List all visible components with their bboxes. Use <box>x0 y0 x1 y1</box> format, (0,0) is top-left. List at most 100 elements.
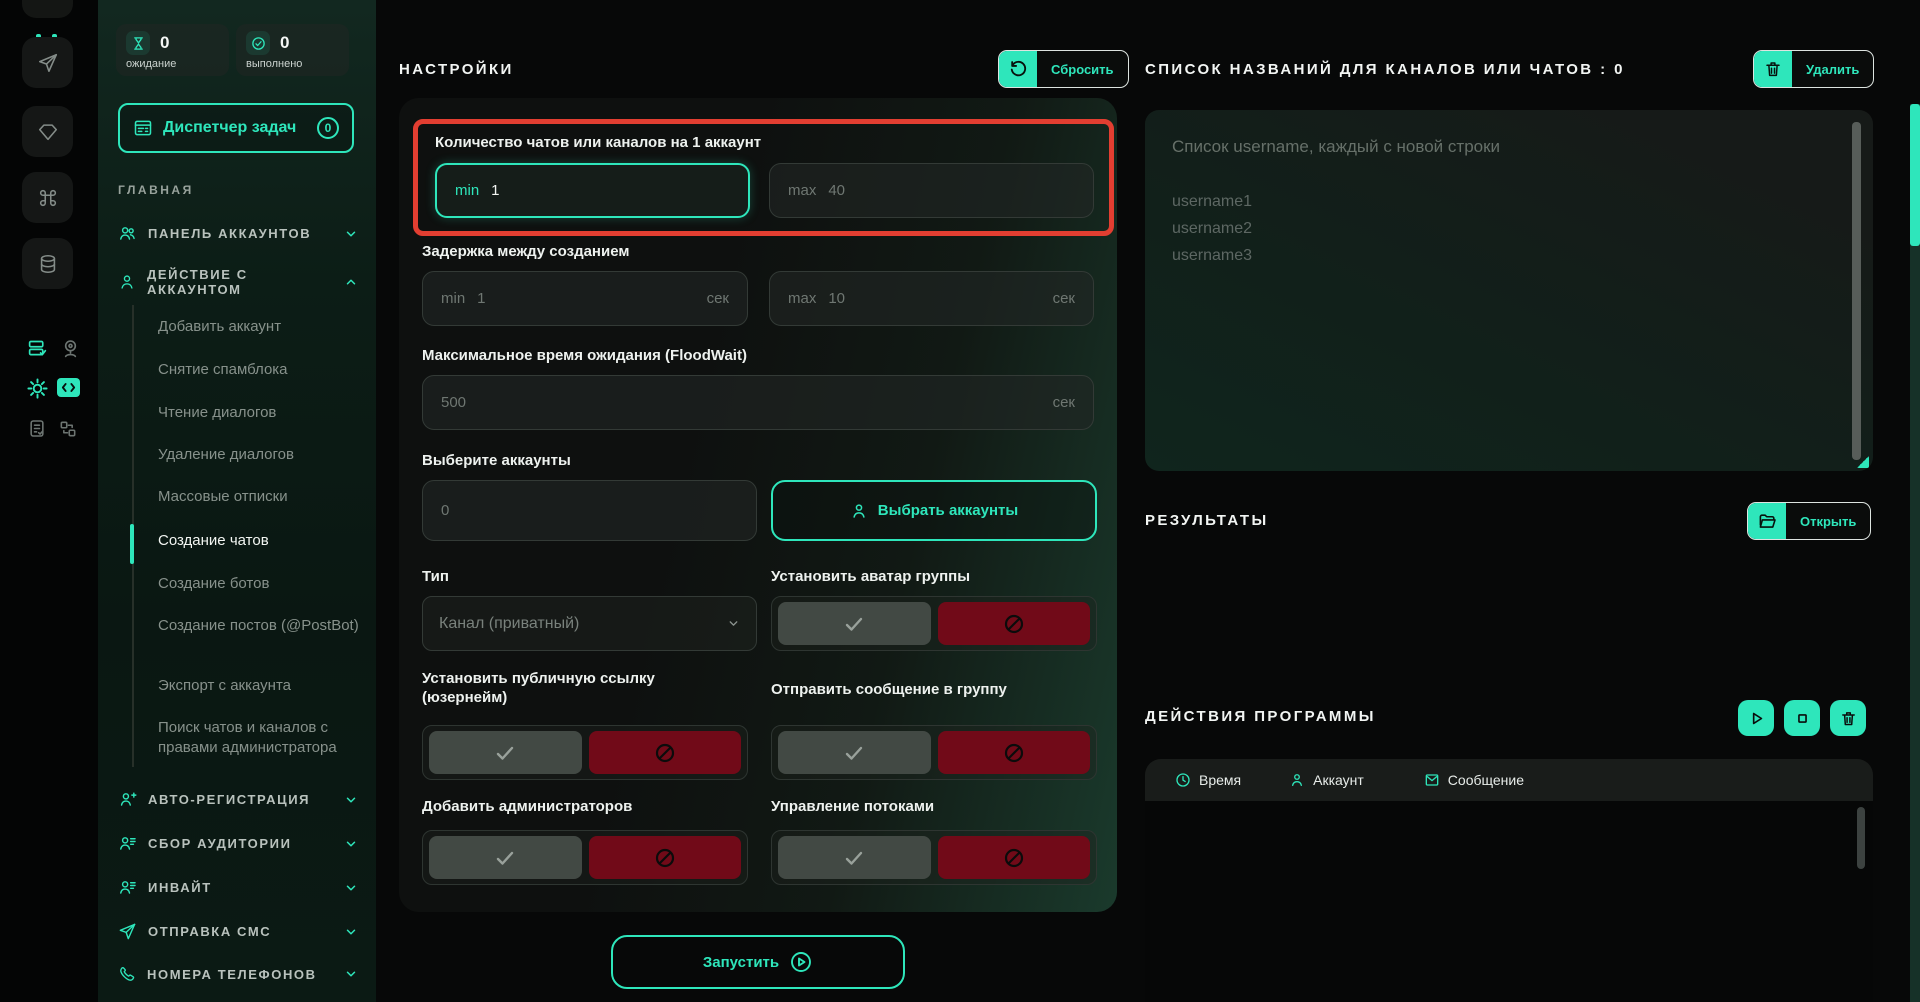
icon-rail <box>0 0 98 1002</box>
play-icon <box>1748 710 1765 727</box>
document-check-icon[interactable] <box>27 418 47 439</box>
qty-min-input[interactable]: min 1 <box>435 163 750 218</box>
toggle-no-button[interactable] <box>937 836 1090 879</box>
sidebar-item-accounts-panel[interactable]: ПАНЕЛЬ АККАУНТОВ <box>118 224 358 243</box>
block-icon <box>653 846 677 870</box>
toggle-yes-button[interactable] <box>429 731 582 774</box>
submenu-item-create-posts[interactable]: Создание постов (@PostBot) <box>158 616 363 636</box>
trash-icon <box>1754 51 1792 87</box>
sidebar: 0 ожидание 0 выполнено Диспетчер задач 0… <box>98 0 376 1002</box>
column-message-label: Сообщение <box>1447 772 1524 788</box>
stop-icon <box>1794 710 1811 727</box>
delay-min-input[interactable]: min 1 сек <box>422 271 748 326</box>
actions-play-button[interactable] <box>1738 700 1774 736</box>
server-check-icon[interactable] <box>27 338 48 359</box>
toggle-yes-button[interactable] <box>429 836 582 879</box>
actions-stop-button[interactable] <box>1784 700 1820 736</box>
check-icon <box>493 741 517 765</box>
min-prefix: min <box>455 182 480 199</box>
user-icon <box>850 502 868 520</box>
webcam-icon[interactable] <box>60 338 81 359</box>
delay-max-placeholder: 10 <box>828 290 846 307</box>
delete-list-button[interactable]: Удалить <box>1753 50 1875 88</box>
avatar-toggle-label: Установить аватар группы <box>771 568 971 585</box>
command-icon <box>37 187 59 209</box>
textarea-scrollbar[interactable] <box>1852 122 1861 460</box>
qty-max-placeholder: 40 <box>828 182 846 199</box>
task-manager-button[interactable]: Диспетчер задач 0 <box>118 103 354 153</box>
user-list-icon <box>118 834 137 853</box>
gear-icon[interactable] <box>26 377 49 400</box>
reset-button[interactable]: Сбросить <box>998 50 1129 88</box>
unit-label: сек <box>1052 394 1075 411</box>
toggle-no-button[interactable] <box>588 836 741 879</box>
settings-title: НАСТРОЙКИ <box>399 61 514 78</box>
program-log-table: Время Аккаунт Сообщение <box>1145 759 1873 1002</box>
sidebar-item-label: ДЕЙСТВИЕ С АККАУНТОМ <box>147 267 248 297</box>
submenu-item-admin-search[interactable]: Поиск чатов и каналов с правами админист… <box>158 718 363 757</box>
table-scrollbar[interactable] <box>1857 807 1865 869</box>
send-nav-button[interactable] <box>22 37 73 88</box>
sidebar-item-phone-numbers[interactable]: НОМЕРА ТЕЛЕФОНОВ <box>118 965 358 983</box>
submenu-item-spamblock[interactable]: Снятие спамблока <box>158 360 363 380</box>
sidebar-item-label: НОМЕРА ТЕЛЕФОНОВ <box>147 966 317 982</box>
floodwait-label: Максимальное время ожидания (FloodWait) <box>422 347 747 364</box>
sidebar-item-account-actions[interactable]: ДЕЙСТВИЕ С АККАУНТОМ <box>118 267 358 297</box>
sidebar-item-label: АВТО-РЕГИСТРАЦИЯ <box>148 792 311 807</box>
task-manager-label: Диспетчер задач <box>163 119 297 136</box>
toggle-no-button[interactable] <box>937 731 1090 774</box>
accounts-count-input[interactable]: 0 <box>422 480 757 541</box>
sidebar-item-audience-collect[interactable]: СБОР АУДИТОРИИ <box>118 834 358 853</box>
swap-icon[interactable] <box>58 419 78 439</box>
paper-plane-icon <box>37 52 59 74</box>
sidebar-item-label: ПАНЕЛЬ АККАУНТОВ <box>148 226 312 241</box>
column-time-label: Время <box>1199 772 1242 788</box>
floodwait-input[interactable]: 500 сек <box>422 375 1094 430</box>
submenu-item-create-chats[interactable]: Создание чатов <box>158 531 363 551</box>
page-scrollbar-thumb[interactable] <box>1910 104 1920 246</box>
done-label: выполнено <box>246 58 303 70</box>
block-icon <box>1002 846 1026 870</box>
block-icon <box>1002 612 1026 636</box>
toggle-no-button[interactable] <box>588 731 741 774</box>
sidebar-item-label: ИНВАЙТ <box>148 880 212 895</box>
code-window-icon[interactable] <box>57 378 80 397</box>
actions-clear-button[interactable] <box>1830 700 1866 736</box>
database-nav-button[interactable] <box>22 238 73 289</box>
command-nav-button[interactable] <box>22 172 73 223</box>
toggle-yes-button[interactable] <box>778 731 931 774</box>
delay-max-input[interactable]: max 10 сек <box>769 271 1094 326</box>
chevron-down-icon <box>344 793 358 807</box>
run-button[interactable]: Запустить <box>611 935 905 989</box>
reset-button-label: Сбросить <box>1051 61 1114 77</box>
submenu-item-create-bots[interactable]: Создание ботов <box>158 574 363 594</box>
premium-nav-button[interactable] <box>22 106 73 157</box>
app-logo[interactable] <box>22 0 73 18</box>
sidebar-item-invite[interactable]: ИНВАЙТ <box>118 878 358 897</box>
type-value: Канал (приватный) <box>439 614 580 632</box>
qty-max-input[interactable]: max 40 <box>769 163 1094 218</box>
check-icon <box>842 741 866 765</box>
sidebar-item-send-sms[interactable]: ОТПРАВКА СМС <box>118 922 358 941</box>
chevron-down-icon <box>344 227 358 241</box>
type-select[interactable]: Канал (приватный) <box>422 596 757 651</box>
toggle-yes-button[interactable] <box>778 836 931 879</box>
max-prefix: max <box>788 182 817 199</box>
sidebar-item-auto-registration[interactable]: АВТО-РЕГИСТРАЦИЯ <box>118 790 358 809</box>
submenu-item-delete-dialogs[interactable]: Удаление диалогов <box>158 445 363 465</box>
done-stat-card: 0 выполнено <box>236 24 349 76</box>
user-icon <box>1289 772 1305 788</box>
run-button-label: Запустить <box>702 953 780 971</box>
submenu-item-read-dialogs[interactable]: Чтение диалогов <box>158 403 363 423</box>
chevron-down-icon <box>344 837 358 851</box>
usernames-textarea[interactable]: Список username, каждый с новой строки u… <box>1145 110 1873 471</box>
submenu-item-mass-unsub[interactable]: Массовые отписки <box>158 487 363 507</box>
open-results-button[interactable]: Открыть <box>1747 502 1872 540</box>
toggle-no-button[interactable] <box>937 602 1090 645</box>
submenu-item-add-account[interactable]: Добавить аккаунт <box>158 317 363 337</box>
resize-handle[interactable] <box>1857 456 1869 468</box>
user-plus-icon <box>118 790 137 809</box>
select-accounts-button[interactable]: Выбрать аккаунты <box>771 480 1097 541</box>
submenu-item-export[interactable]: Экспорт с аккаунта <box>158 676 363 696</box>
toggle-yes-button[interactable] <box>778 602 931 645</box>
